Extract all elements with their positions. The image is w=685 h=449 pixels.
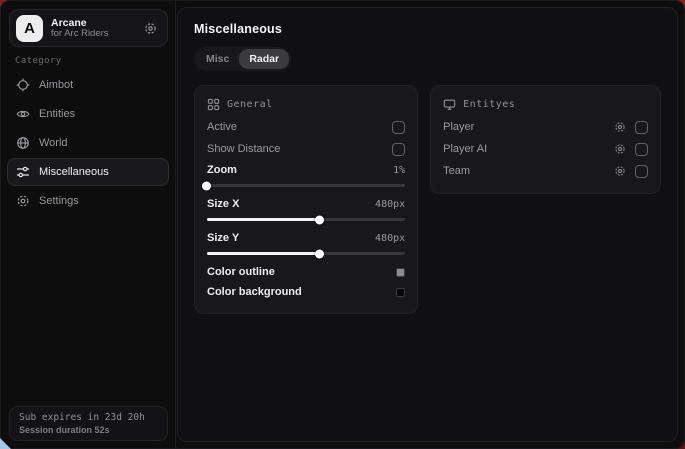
entities-panel: Entityes Player Player AI — [430, 85, 661, 194]
setting-row-active: Active — [207, 116, 405, 138]
sidebar-item-label: Miscellaneous — [39, 166, 109, 178]
panel-title: Entityes — [463, 99, 515, 110]
sidebar-item-label: Aimbot — [39, 79, 73, 91]
size-y-slider[interactable] — [207, 252, 405, 255]
zoom-slider[interactable] — [207, 184, 405, 187]
setting-label: Size Y — [207, 232, 239, 244]
sidebar-item-entities[interactable]: Entities — [7, 100, 169, 128]
setting-row-zoom: Zoom 1% — [207, 160, 405, 180]
subscription-box: Sub expires in 23d 20h Session duration … — [9, 406, 168, 441]
show-distance-checkbox[interactable] — [392, 143, 405, 156]
player-checkbox[interactable] — [635, 121, 648, 134]
sidebar-item-miscellaneous[interactable]: Miscellaneous — [7, 158, 169, 186]
gear-icon — [16, 194, 30, 208]
entity-label: Player — [443, 121, 474, 133]
refresh-icon[interactable] — [144, 22, 157, 35]
entity-settings-gear-icon[interactable] — [614, 143, 626, 155]
setting-label: Zoom — [207, 164, 237, 176]
tab-bar: Misc Radar — [194, 47, 291, 71]
crosshair-icon — [16, 78, 30, 92]
app-card: A Arcane for Arc Riders — [9, 9, 168, 47]
player-ai-checkbox[interactable] — [635, 143, 648, 156]
desktop: { "sidebar": { "app": { "initial": "A", … — [0, 0, 685, 449]
grid-icon — [207, 98, 220, 111]
session-duration-text: Session duration 52s — [19, 425, 158, 435]
setting-row-color-background: Color background — [207, 282, 405, 302]
sidebar-item-aimbot[interactable]: Aimbot — [7, 71, 169, 99]
entity-label: Team — [443, 165, 470, 177]
setting-label: Active — [207, 121, 237, 133]
sidebar-item-world[interactable]: World — [7, 129, 169, 157]
setting-label: Show Distance — [207, 143, 280, 155]
monitor-icon — [443, 98, 456, 111]
app-subtitle: for Arc Riders — [51, 29, 136, 40]
setting-row-color-outline: Color outline — [207, 262, 405, 282]
setting-label: Size X — [207, 198, 239, 210]
sidebar: A Arcane for Arc Riders Category Aimbot — [1, 1, 176, 448]
entity-row-team: Team — [443, 160, 648, 182]
app-window: A Arcane for Arc Riders Category Aimbot — [0, 0, 685, 449]
zoom-value: 1% — [393, 165, 405, 176]
general-panel: General Active Show Distance Zoom 1% — [194, 85, 418, 314]
sidebar-item-label: Entities — [39, 108, 75, 120]
sidebar-item-settings[interactable]: Settings — [7, 187, 169, 215]
category-label: Category — [15, 56, 62, 66]
setting-row-size-x: Size X 480px — [207, 194, 405, 214]
slider-thumb[interactable] — [202, 181, 211, 190]
size-x-value: 480px — [375, 199, 405, 210]
sliders-icon — [16, 165, 30, 179]
active-checkbox[interactable] — [392, 121, 405, 134]
globe-icon — [16, 136, 30, 150]
entity-row-player: Player — [443, 116, 648, 138]
app-name: Arcane — [51, 17, 136, 29]
tab-radar[interactable]: Radar — [239, 49, 289, 69]
slider-thumb[interactable] — [315, 249, 324, 258]
eye-icon — [16, 107, 30, 121]
panel-title: General — [227, 99, 273, 110]
app-logo: A — [16, 15, 43, 42]
slider-thumb[interactable] — [315, 215, 324, 224]
entity-settings-gear-icon[interactable] — [614, 121, 626, 133]
sidebar-item-label: World — [39, 137, 68, 149]
setting-label: Color outline — [207, 266, 275, 278]
sub-expiry-text: Sub expires in 23d 20h — [19, 412, 158, 423]
setting-row-size-y: Size Y 480px — [207, 228, 405, 248]
setting-label: Color background — [207, 286, 302, 298]
color-outline-swatch[interactable] — [396, 268, 405, 277]
entity-row-player-ai: Player AI — [443, 138, 648, 160]
color-background-swatch[interactable] — [396, 288, 405, 297]
setting-row-show-distance: Show Distance — [207, 138, 405, 160]
page-title: Miscellaneous — [194, 22, 661, 36]
entity-settings-gear-icon[interactable] — [614, 165, 626, 177]
cursor-artifact — [0, 438, 11, 449]
main-content: Miscellaneous Misc Radar General Active — [177, 7, 678, 442]
category-nav: Aimbot Entities World Miscellaneous — [7, 71, 169, 216]
sidebar-item-label: Settings — [39, 195, 79, 207]
entity-label: Player AI — [443, 143, 487, 155]
tab-misc[interactable]: Misc — [196, 49, 239, 69]
size-y-value: 480px — [375, 233, 405, 244]
panels-container: General Active Show Distance Zoom 1% — [194, 85, 661, 314]
size-x-slider[interactable] — [207, 218, 405, 221]
team-checkbox[interactable] — [635, 165, 648, 178]
